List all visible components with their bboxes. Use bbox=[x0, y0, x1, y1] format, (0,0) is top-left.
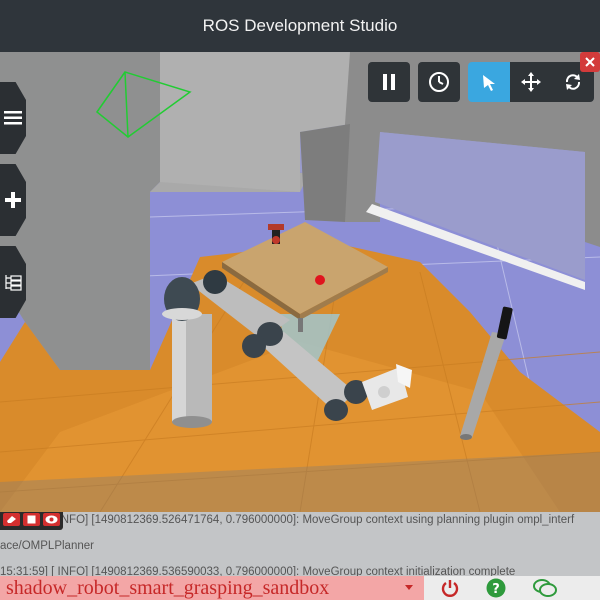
clock-icon bbox=[429, 72, 449, 92]
chat-button[interactable] bbox=[532, 578, 558, 598]
plus-icon bbox=[5, 192, 21, 208]
svg-text:?: ? bbox=[492, 582, 500, 597]
pause-button[interactable] bbox=[368, 62, 410, 102]
eye-icon bbox=[45, 515, 58, 524]
help-icon: ? bbox=[486, 578, 506, 598]
menu-icon bbox=[4, 111, 22, 125]
tree-view-button[interactable] bbox=[0, 246, 26, 318]
status-bar: shadow_robot_smart_grasping_sandbox ? bbox=[0, 576, 600, 600]
red-ball bbox=[315, 275, 325, 285]
move-mode-button[interactable] bbox=[510, 62, 552, 102]
log-line: 15:31:59] [ INFO] [1490812369.536590033,… bbox=[0, 566, 516, 576]
move-icon bbox=[521, 72, 541, 92]
console-controls bbox=[0, 512, 63, 530]
square-icon bbox=[27, 515, 36, 524]
wall-pillar bbox=[300, 124, 350, 222]
title-bar: ROS Development Studio bbox=[0, 0, 600, 52]
select-mode-button[interactable] bbox=[468, 62, 510, 102]
app-title: ROS Development Studio bbox=[202, 16, 398, 35]
close-button[interactable] bbox=[580, 52, 600, 72]
rotate-icon bbox=[565, 74, 581, 90]
scene-3d[interactable] bbox=[0, 52, 600, 512]
pause-icon bbox=[383, 74, 395, 90]
interaction-mode-group bbox=[468, 62, 594, 102]
left-sidebar bbox=[0, 82, 26, 328]
power-icon bbox=[441, 580, 459, 597]
clear-console-button[interactable] bbox=[3, 513, 20, 526]
table-leg bbox=[298, 318, 303, 332]
menu-button[interactable] bbox=[0, 82, 26, 154]
simulation-viewport[interactable] bbox=[0, 52, 600, 512]
console-panel[interactable]: 15:31:59] [ INFO] [1490812369.526471764,… bbox=[0, 512, 600, 576]
chat-icon bbox=[533, 579, 557, 597]
project-name: shadow_robot_smart_grasping_sandbox bbox=[6, 576, 330, 599]
help-button[interactable]: ? bbox=[486, 578, 506, 598]
robot-base-pillar bbox=[172, 314, 212, 428]
clock-button[interactable] bbox=[418, 62, 460, 102]
log-line: ace/OMPLPlanner bbox=[0, 540, 94, 552]
add-button[interactable] bbox=[0, 164, 26, 236]
stop-console-button[interactable] bbox=[23, 513, 40, 526]
toggle-console-button[interactable] bbox=[43, 513, 60, 526]
close-icon bbox=[585, 57, 595, 67]
power-button[interactable] bbox=[440, 578, 460, 598]
tree-icon bbox=[5, 275, 22, 291]
log-line: 15:31:59] [ INFO] [1490812369.526471764,… bbox=[0, 514, 575, 526]
viewport-toolbar bbox=[368, 62, 594, 102]
caret-down-icon bbox=[405, 585, 413, 590]
eraser-icon bbox=[7, 516, 16, 523]
pointer-icon bbox=[483, 75, 495, 91]
project-selector[interactable]: shadow_robot_smart_grasping_sandbox bbox=[0, 576, 424, 600]
